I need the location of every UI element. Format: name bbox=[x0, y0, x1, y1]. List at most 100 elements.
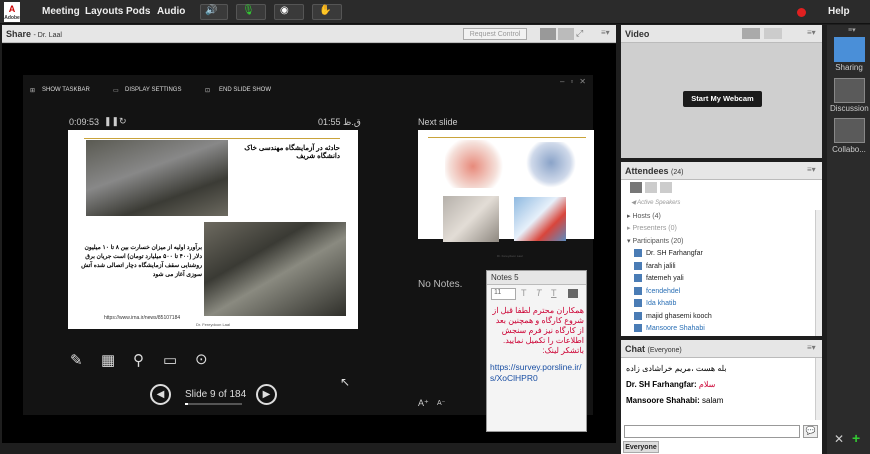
elapsed-timer: 0:09:53 bbox=[69, 117, 100, 127]
chat-pod-menu-icon[interactable]: ≡▾ bbox=[807, 343, 816, 352]
mouse-cursor-icon: ↖ bbox=[340, 375, 351, 389]
send-message-icon[interactable]: 💬 bbox=[803, 425, 818, 438]
chat-pod-title: Chat bbox=[625, 344, 645, 354]
bold-icon[interactable]: T bbox=[521, 288, 527, 298]
chat-message-text: بله هست ،مریم خراشادی زاده bbox=[626, 364, 727, 373]
list-view-icon[interactable] bbox=[630, 182, 642, 193]
group-participants-label: Participants (20) bbox=[632, 238, 684, 245]
attendee-row[interactable]: fatemeh yali bbox=[634, 274, 684, 286]
request-control-button[interactable]: Request Control bbox=[463, 28, 527, 40]
attendees-count: (24) bbox=[671, 169, 684, 176]
webcam-button[interactable]: ◉ bbox=[274, 4, 304, 20]
menu-audio[interactable]: Audio bbox=[157, 6, 185, 17]
record-indicator-icon[interactable] bbox=[797, 8, 806, 17]
chat-scope: (Everyone) bbox=[647, 347, 682, 354]
display-settings-button[interactable]: DISPLAY SETTINGS bbox=[125, 87, 181, 93]
chat-message: Dr. SH Farhangfar: سلام bbox=[626, 380, 715, 389]
video-pod-header: Video bbox=[621, 25, 822, 43]
layouts-menu-icon[interactable]: ≡▾ bbox=[848, 26, 856, 34]
attendees-pod-menu-icon[interactable]: ≡▾ bbox=[807, 165, 816, 174]
next-slide-button[interactable]: ▶ bbox=[256, 384, 277, 405]
chat-scrollbar[interactable] bbox=[815, 358, 822, 420]
menu-meeting[interactable]: Meeting bbox=[42, 6, 80, 17]
zoom-icon[interactable]: ⚲ bbox=[133, 351, 144, 369]
attendee-row[interactable]: Ida khatib bbox=[634, 299, 676, 311]
layout-collaboration-label[interactable]: Collabo... bbox=[830, 145, 868, 154]
active-speakers-label: ◀ Active Speakers bbox=[631, 200, 681, 206]
pod-menu-icon[interactable]: ≡▾ bbox=[601, 28, 610, 37]
attendee-row[interactable]: fcendehdel bbox=[634, 287, 680, 299]
attendee-row[interactable]: farah jalili bbox=[634, 262, 676, 274]
tools-icon[interactable]: ✕ bbox=[834, 432, 844, 446]
user-icon bbox=[634, 299, 642, 307]
user-icon bbox=[634, 312, 642, 320]
layout-sharing-icon[interactable] bbox=[834, 37, 865, 62]
group-hosts[interactable]: ▸ Hosts (4) bbox=[627, 212, 661, 220]
attendee-name: Mansoore Shahabi bbox=[646, 324, 705, 332]
notes-font-size-select[interactable]: 11 bbox=[491, 288, 516, 300]
notes-pod-header: Notes 5 bbox=[487, 271, 586, 285]
decrease-font-button[interactable]: A⁻ bbox=[437, 399, 445, 407]
slides-grid-icon[interactable]: ▦ bbox=[101, 351, 115, 369]
chat-pod-header: Chat (Everyone) bbox=[621, 340, 822, 358]
italic-icon[interactable]: T bbox=[536, 288, 542, 298]
chat-input[interactable] bbox=[624, 425, 800, 438]
notes-link[interactable]: https://survey.porsline.ir/s/XoClHPR0 bbox=[490, 362, 584, 384]
attendees-scrollbar[interactable] bbox=[815, 210, 822, 336]
start-webcam-button[interactable]: Start My Webcam bbox=[683, 91, 762, 107]
attendee-row[interactable]: Mansoore Shahabi bbox=[634, 324, 705, 336]
increase-font-button[interactable]: A⁺ bbox=[418, 398, 429, 409]
previous-slide-button[interactable]: ◀ bbox=[150, 384, 171, 405]
attendee-row[interactable]: Dr. SH Farhangfar bbox=[634, 249, 703, 261]
video-layout-icon[interactable] bbox=[742, 28, 760, 39]
slide-body-text: برآورد اولیه از میزان خسارت بین ۸ تا ۱۰ … bbox=[81, 245, 202, 278]
pen-icon[interactable]: ✎ bbox=[70, 351, 83, 369]
video-layout-alt-icon[interactable] bbox=[764, 28, 782, 39]
slide-top-rule bbox=[84, 138, 340, 139]
layout-discussion-label[interactable]: Discussion bbox=[830, 104, 869, 113]
group-presenters[interactable]: ▸ Presenters (0) bbox=[627, 224, 677, 232]
chat-message: Mansoore Shahabi: salam bbox=[626, 396, 723, 405]
video-pod-menu-icon[interactable]: ≡▾ bbox=[807, 28, 816, 37]
underline-icon[interactable]: T bbox=[551, 288, 557, 298]
video-pod-title: Video bbox=[625, 29, 650, 39]
view-mode-icon[interactable] bbox=[540, 28, 556, 40]
notes-text[interactable]: همکاران محترم لطفا قبل از شروع کارگاه و … bbox=[490, 306, 584, 356]
layout-collaboration-icon[interactable] bbox=[834, 118, 865, 143]
restart-icon[interactable]: ↻ bbox=[119, 116, 127, 127]
more-options-icon[interactable]: ⊙ bbox=[195, 350, 208, 368]
clock: ق.ظ 01:55 bbox=[318, 117, 361, 127]
chat-tab-everyone[interactable]: Everyone bbox=[623, 441, 659, 453]
attendee-name: Dr. SH Farhangfar bbox=[646, 249, 703, 257]
layout-discussion-icon[interactable] bbox=[834, 78, 865, 103]
menu-pods[interactable]: Pods bbox=[126, 6, 150, 17]
chat-sender: Mansoore Shahabi: bbox=[626, 396, 700, 405]
notes-pod-title: Notes bbox=[491, 273, 512, 282]
end-slide-show-button[interactable]: END SLIDE SHOW bbox=[219, 87, 271, 93]
layout-sharing-label[interactable]: Sharing bbox=[830, 63, 868, 72]
add-layout-icon[interactable]: + bbox=[852, 430, 860, 446]
color-icon[interactable] bbox=[568, 289, 578, 298]
display-settings-icon: ▭ bbox=[113, 88, 119, 94]
group-participants[interactable]: ▾ Participants (20) bbox=[627, 237, 683, 245]
black-screen-icon[interactable]: ▭ bbox=[163, 351, 177, 369]
speaker-button[interactable]: 🔊 bbox=[200, 4, 228, 20]
user-icon bbox=[634, 274, 642, 282]
microphone-button[interactable]: 🎙 bbox=[236, 4, 266, 20]
slide-author: Dr. Fereydoon Laal bbox=[196, 322, 231, 327]
view-mode-alt-icon[interactable] bbox=[558, 28, 574, 40]
chat-message-text: سلام bbox=[698, 380, 716, 389]
breakout-icon[interactable] bbox=[660, 182, 672, 193]
menu-help[interactable]: Help bbox=[828, 6, 850, 17]
attendee-name: Ida khatib bbox=[646, 299, 677, 307]
show-taskbar-button[interactable]: SHOW TASKBAR bbox=[42, 87, 90, 93]
window-controls[interactable]: –▫✕ bbox=[560, 77, 592, 86]
fullscreen-icon[interactable]: ⤢ bbox=[576, 28, 590, 40]
next-slide-rule bbox=[428, 137, 586, 138]
adobe-logo: A Adobe bbox=[4, 2, 20, 22]
grid-view-icon[interactable] bbox=[645, 182, 657, 193]
pause-icon[interactable]: ❚❚ bbox=[104, 116, 119, 127]
raise-hand-button[interactable]: ✋ bbox=[312, 4, 342, 20]
attendee-row[interactable]: majid ghasemi kooch bbox=[634, 312, 712, 324]
menu-layouts[interactable]: Layouts bbox=[85, 6, 123, 17]
